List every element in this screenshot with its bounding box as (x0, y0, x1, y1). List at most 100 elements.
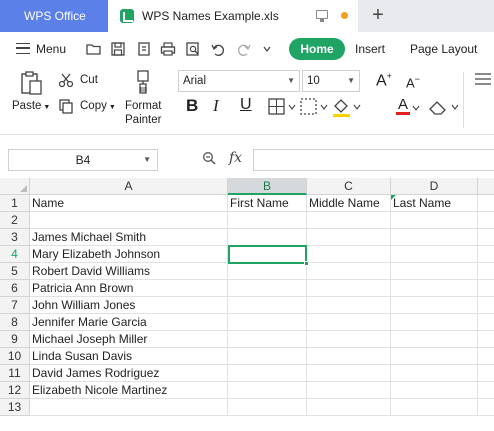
hamburger-icon[interactable] (16, 43, 30, 54)
cell-c2[interactable] (307, 212, 391, 229)
formula-input[interactable] (253, 149, 494, 171)
column-header-b[interactable]: B (228, 178, 307, 195)
cell-a1[interactable]: Name (30, 195, 228, 212)
row-header-3[interactable]: 3 (0, 229, 30, 246)
format-painter-label-2[interactable]: Painter (125, 114, 161, 126)
customize-quick-access-icon[interactable] (262, 41, 272, 57)
cell-d9[interactable] (391, 331, 478, 348)
format-painter-icon[interactable] (134, 69, 152, 95)
save-icon[interactable] (110, 41, 126, 57)
cell-d8[interactable] (391, 314, 478, 331)
export-pdf-icon[interactable] (136, 41, 152, 57)
cell-c9[interactable] (307, 331, 391, 348)
cell-b5[interactable] (228, 263, 307, 280)
cell-b8[interactable] (228, 314, 307, 331)
undo-icon[interactable] (210, 41, 226, 57)
copy-button[interactable]: Copy ▼ (80, 100, 116, 112)
cell-e2[interactable] (478, 212, 494, 229)
cell-b13[interactable] (228, 399, 307, 416)
row-header-8[interactable]: 8 (0, 314, 30, 331)
cell-fill-pattern-icon[interactable] (300, 98, 328, 116)
cell-e13[interactable] (478, 399, 494, 416)
cell-a8[interactable]: Jennifer Marie Garcia (30, 314, 228, 331)
row-header-1[interactable]: 1 (0, 195, 30, 212)
cell-a12[interactable]: Elizabeth Nicole Martinez (30, 382, 228, 399)
cell-d1[interactable]: Last Name (391, 195, 478, 212)
column-header-c[interactable]: C (307, 178, 391, 195)
row-header-10[interactable]: 10 (0, 348, 30, 365)
cell-b6[interactable] (228, 280, 307, 297)
cell-b9[interactable] (228, 331, 307, 348)
cell-d12[interactable] (391, 382, 478, 399)
cell-b11[interactable] (228, 365, 307, 382)
bold-button[interactable]: B (186, 96, 198, 116)
monitor-icon[interactable] (316, 10, 328, 22)
scissors-icon[interactable] (58, 72, 74, 88)
font-color-button[interactable]: A (396, 96, 410, 115)
tab-wps-office[interactable]: WPS Office (0, 0, 108, 32)
cell-e5[interactable] (478, 263, 494, 280)
cell-a7[interactable]: John William Jones (30, 297, 228, 314)
cell-a11[interactable]: David James Rodriguez (30, 365, 228, 382)
selected-cell-b4[interactable] (228, 245, 309, 266)
cell-d10[interactable] (391, 348, 478, 365)
shrink-font-button[interactable]: A− (406, 74, 420, 90)
cell-c5[interactable] (307, 263, 391, 280)
function-icon[interactable]: fx (229, 150, 242, 166)
cell-d11[interactable] (391, 365, 478, 382)
open-folder-icon[interactable] (86, 41, 102, 57)
column-header-a[interactable]: A (30, 178, 228, 195)
font-name-select[interactable]: Arial ▼ (178, 70, 300, 92)
tab-insert[interactable]: Insert (355, 42, 385, 56)
cell-e3[interactable] (478, 229, 494, 246)
cell-c12[interactable] (307, 382, 391, 399)
print-preview-icon[interactable] (185, 41, 201, 57)
print-icon[interactable] (160, 41, 176, 57)
cell-e1[interactable] (478, 195, 494, 212)
chevron-down-icon[interactable] (412, 104, 422, 112)
cell-b10[interactable] (228, 348, 307, 365)
column-header-e[interactable] (478, 178, 494, 195)
cell-e12[interactable] (478, 382, 494, 399)
row-header-5[interactable]: 5 (0, 263, 30, 280)
cell-d6[interactable] (391, 280, 478, 297)
cell-e7[interactable] (478, 297, 494, 314)
cell-d3[interactable] (391, 229, 478, 246)
cell-c13[interactable] (307, 399, 391, 416)
cell-a2[interactable] (30, 212, 228, 229)
row-header-12[interactable]: 12 (0, 382, 30, 399)
cell-c11[interactable] (307, 365, 391, 382)
cell-b1[interactable]: First Name (228, 195, 307, 212)
cell-c8[interactable] (307, 314, 391, 331)
redo-icon[interactable] (236, 41, 252, 57)
cell-a3[interactable]: James Michael Smith (30, 229, 228, 246)
cell-a10[interactable]: Linda Susan Davis (30, 348, 228, 365)
align-icon[interactable] (474, 72, 492, 86)
tab-home[interactable]: Home (289, 38, 345, 60)
column-header-d[interactable]: D (391, 178, 478, 195)
cell-c6[interactable] (307, 280, 391, 297)
cell-d4[interactable] (391, 246, 478, 263)
row-header-9[interactable]: 9 (0, 331, 30, 348)
row-header-11[interactable]: 11 (0, 365, 30, 382)
name-box[interactable]: B4 ▼ (8, 149, 158, 171)
paste-icon[interactable] (18, 70, 44, 96)
cell-d13[interactable] (391, 399, 478, 416)
cell-a9[interactable]: Michael Joseph Miller (30, 331, 228, 348)
cell-d7[interactable] (391, 297, 478, 314)
cell-e8[interactable] (478, 314, 494, 331)
eraser-icon[interactable] (428, 98, 460, 116)
cell-b7[interactable] (228, 297, 307, 314)
row-header-2[interactable]: 2 (0, 212, 30, 229)
cell-c4[interactable] (307, 246, 391, 263)
new-tab-button[interactable]: + (370, 4, 386, 26)
format-painter-label-1[interactable]: Format (125, 100, 161, 112)
cell-c7[interactable] (307, 297, 391, 314)
menu-button[interactable]: Menu (36, 42, 66, 56)
cell-d5[interactable] (391, 263, 478, 280)
cell-a13[interactable] (30, 399, 228, 416)
grow-font-button[interactable]: A+ (376, 71, 392, 90)
cell-c3[interactable] (307, 229, 391, 246)
cell-b12[interactable] (228, 382, 307, 399)
copy-icon[interactable] (58, 98, 74, 114)
